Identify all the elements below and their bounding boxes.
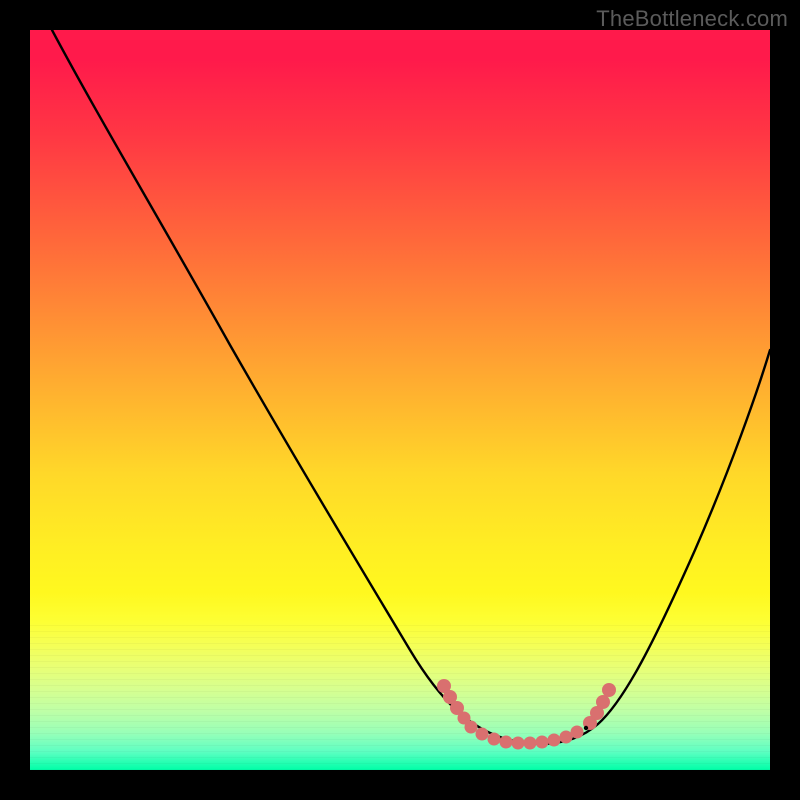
plot-area [30,30,770,770]
watermark-text: TheBottleneck.com [596,6,788,32]
chart-frame: TheBottleneck.com [0,0,800,800]
bottleneck-curve [52,30,770,744]
sweet-spot-marker [437,679,616,750]
curve-layer [30,30,770,770]
